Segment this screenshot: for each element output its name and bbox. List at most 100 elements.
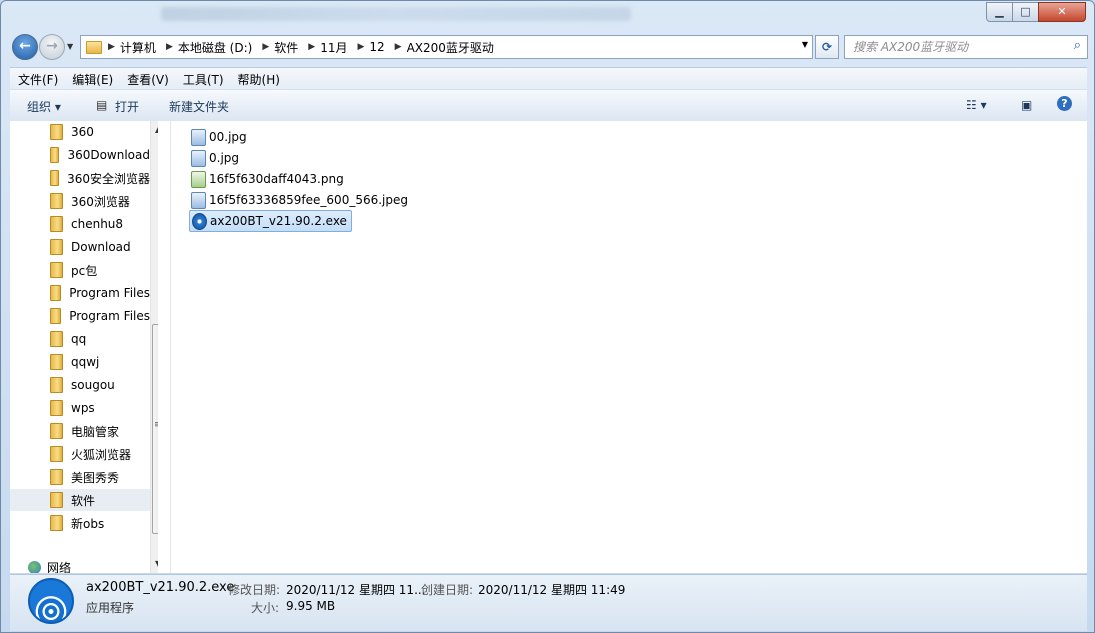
scroll-down-icon[interactable]: ▼ <box>155 559 158 568</box>
sidebar-item-folder[interactable]: wps <box>10 397 150 419</box>
breadcrumb-drive-d[interactable]: 本地磁盘 (D:) <box>178 39 252 56</box>
breadcrumb-separator-icon[interactable]: ▶ <box>262 42 269 52</box>
change-view-icon[interactable]: ☷ ▾ <box>966 98 987 112</box>
sidebar-item-folder[interactable]: 新obs <box>10 512 150 534</box>
menu-file[interactable]: 文件(F) <box>18 71 58 88</box>
recent-pages-dropdown-icon[interactable]: ▼ <box>67 42 73 51</box>
breadcrumb-ax200[interactable]: AX200蓝牙驱动 <box>407 39 494 56</box>
menu-bar: 文件(F) 编辑(E) 查看(V) 工具(T) 帮助(H) <box>10 67 1087 90</box>
breadcrumb-separator-icon[interactable]: ▶ <box>308 42 315 52</box>
folder-icon <box>50 423 63 439</box>
sidebar-item-software-selected[interactable]: 软件 <box>10 489 150 511</box>
preview-pane-icon[interactable]: ▣ <box>1021 98 1032 112</box>
navpane-scrollbar[interactable]: ▲ ≡ ▼ <box>150 121 158 573</box>
breadcrumb-separator-icon[interactable]: ▶ <box>108 42 115 52</box>
folder-icon <box>86 40 102 54</box>
search-icon[interactable]: ⌕ <box>1074 38 1081 53</box>
sidebar-item-label: 软件 <box>71 493 96 508</box>
sidebar-item-label: qqwj <box>71 355 100 369</box>
close-button[interactable]: ✕ <box>1038 2 1086 22</box>
sidebar-item-folder[interactable]: Download <box>10 236 150 258</box>
address-bar[interactable]: ▶ 计算机 ▶ 本地磁盘 (D:) ▶ 软件 ▶ 11月 ▶ 12 ▶ AX200蓝牙驱动 … <box>80 35 813 59</box>
sidebar-item-folder[interactable]: chenhu8 <box>10 213 150 235</box>
refresh-button[interactable]: ⟳ <box>815 35 839 59</box>
maximize-button[interactable]: □ <box>1012 2 1039 22</box>
folder-icon <box>50 124 63 140</box>
detail-modified-value: 2020/11/12 星期四 11... <box>286 583 426 597</box>
file-name: ax200BT_v21.90.2.exe <box>210 214 347 228</box>
address-row: ← → ▼ ▶ 计算机 ▶ 本地磁盘 (D:) ▶ 软件 ▶ 11月 ▶ 12 ▶ AX20… <box>1 31 1094 63</box>
breadcrumb-separator-icon[interactable]: ▶ <box>166 42 173 52</box>
help-icon[interactable]: ? <box>1057 96 1072 111</box>
menu-tools[interactable]: 工具(T) <box>183 71 224 88</box>
sidebar-item-folder[interactable]: Program Files <box>10 282 150 304</box>
breadcrumb-separator-icon[interactable]: ▶ <box>357 42 364 52</box>
sidebar-item-folder[interactable]: qq <box>10 328 150 350</box>
file-item[interactable]: 00.jpg <box>189 127 251 147</box>
sidebar-item-folder[interactable]: 360安全浏览器 <box>10 167 150 189</box>
sidebar-item-label: 360安全浏览器 <box>67 171 150 186</box>
new-folder-button[interactable]: 新建文件夹 <box>169 98 229 115</box>
sidebar-item-folder[interactable]: 360 <box>10 121 150 143</box>
file-name: 16f5f63336859fee_600_566.jpeg <box>209 193 408 207</box>
network-icon <box>28 561 41 573</box>
sidebar-item-label: 火狐浏览器 <box>71 447 132 462</box>
minimize-button[interactable]: ▁ <box>986 2 1013 22</box>
sidebar-item-folder[interactable]: 美图秀秀 <box>10 466 150 488</box>
folder-icon <box>50 262 63 278</box>
sidebar-item-label: 360Download <box>67 148 150 162</box>
file-name: 0.jpg <box>209 151 240 165</box>
file-item[interactable]: 16f5f63336859fee_600_566.jpeg <box>189 190 412 210</box>
breadcrumb-november[interactable]: 11月 <box>320 39 347 56</box>
menu-view[interactable]: 查看(V) <box>127 71 169 88</box>
file-list: 00.jpg 0.jpg 16f5f630daff4043.png 16f5f6… <box>170 121 1087 573</box>
address-dropdown-icon[interactable]: ▼ <box>802 40 808 49</box>
file-item-selected[interactable]: ax200BT_v21.90.2.exe <box>189 210 352 232</box>
scroll-up-icon[interactable]: ▲ <box>155 125 158 134</box>
folder-icon <box>50 331 63 347</box>
back-button[interactable]: ← <box>12 34 38 60</box>
sidebar-item-folder[interactable]: 360Download <box>10 144 150 166</box>
sidebar-item-folder[interactable]: Program Files <box>10 305 150 327</box>
search-box: ⌕ <box>844 35 1088 59</box>
menu-help[interactable]: 帮助(H) <box>238 71 280 88</box>
search-input[interactable] <box>851 36 1065 58</box>
forward-button[interactable]: → <box>39 34 65 60</box>
breadcrumb-software[interactable]: 软件 <box>274 39 298 56</box>
folder-icon <box>50 515 63 531</box>
command-bar: 组织 ▾ ▤ 打开 新建文件夹 ☷ ▾ ▣ ? <box>10 89 1087 122</box>
scrollbar-thumb[interactable]: ≡ <box>152 324 158 534</box>
sidebar-item-folder[interactable]: 360浏览器 <box>10 190 150 212</box>
sidebar-item-label: 新obs <box>71 516 105 531</box>
breadcrumb-separator-icon[interactable]: ▶ <box>395 42 402 52</box>
breadcrumb-computer[interactable]: 计算机 <box>120 39 156 56</box>
folder-icon <box>50 147 60 163</box>
sidebar-item-folder[interactable]: sougou <box>10 374 150 396</box>
sidebar-item-label: wps <box>71 401 95 415</box>
sidebar-item-label: Program Files <box>69 309 150 323</box>
details-pane: ax200BT_v21.90.2.exe 应用程序 修改日期: 2020/11/… <box>10 574 1087 631</box>
open-button[interactable]: 打开 <box>115 98 139 115</box>
sidebar-item-label: Download <box>71 240 131 254</box>
detail-filetype: 应用程序 <box>86 601 135 615</box>
sidebar-item-folder[interactable]: 电脑管家 <box>10 420 150 442</box>
open-icon: ▤ <box>96 98 108 112</box>
sidebar-item-folder[interactable]: qqwj <box>10 351 150 373</box>
sidebar-item-network[interactable]: 网络 <box>28 559 71 573</box>
breadcrumb-12[interactable]: 12 <box>369 40 384 54</box>
explorer-window: ▁ □ ✕ ← → ▼ ▶ 计算机 ▶ 本地磁盘 (D:) ▶ 软件 ▶ 11月 ▶ 12… <box>0 0 1095 633</box>
content-area: 360 360Download 360安全浏览器 360浏览器 chenhu8 … <box>10 121 1087 573</box>
detail-size-value: 9.95 MB <box>286 599 336 613</box>
organize-button[interactable]: 组织 ▾ <box>27 98 61 115</box>
menu-edit[interactable]: 编辑(E) <box>72 71 113 88</box>
file-item[interactable]: 0.jpg <box>189 148 243 168</box>
detail-created-label: 创建日期: <box>421 583 474 597</box>
sidebar-item-folder[interactable]: 火狐浏览器 <box>10 443 150 465</box>
folder-icon <box>50 239 63 255</box>
file-item[interactable]: 16f5f630daff4043.png <box>189 169 348 189</box>
detail-filename: ax200BT_v21.90.2.exe <box>86 580 235 595</box>
detail-size-label: 大小: <box>251 601 280 615</box>
sidebar-item-folder[interactable]: pc包 <box>10 259 150 281</box>
folder-icon <box>50 170 60 186</box>
detail-created-value: 2020/11/12 星期四 11:49 <box>478 583 626 597</box>
